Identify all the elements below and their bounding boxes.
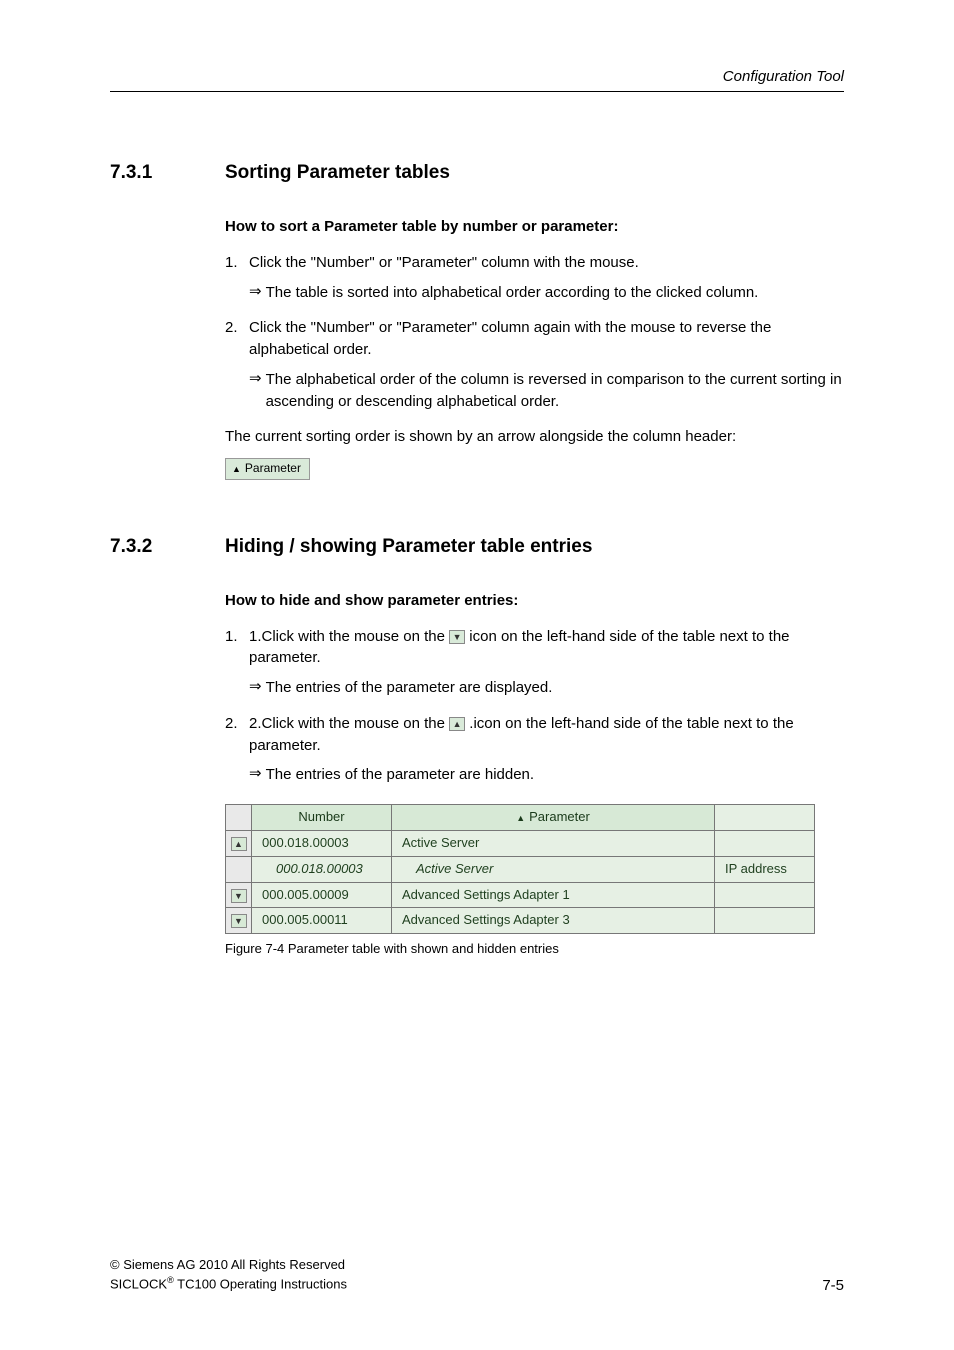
step-2: 2. Click the "Number" or "Parameter" col… <box>225 317 844 361</box>
result-text: The entries of the parameter are hidden. <box>266 764 844 786</box>
table-row: ▼ 000.005.00011 Advanced Settings Adapte… <box>226 908 815 934</box>
cell-number: 000.005.00009 <box>252 882 392 908</box>
section-number: 7.3.2 <box>110 536 225 558</box>
step-text: Click the "Number" or "Parameter" column… <box>249 252 844 274</box>
step-text-a: 1.Click with the mouse on the <box>249 628 449 645</box>
sort-asc-icon: ▲ <box>232 463 241 476</box>
table-row: ▼ 000.005.00009 Advanced Settings Adapte… <box>226 882 815 908</box>
result-arrow-icon: ⇒ <box>249 764 262 786</box>
expand-down-icon: ▼ <box>449 630 465 644</box>
section-732-heading: 7.3.2 Hiding / showing Parameter table e… <box>110 536 844 558</box>
step-text: 2.Click with the mouse on the ▲ .icon on… <box>249 713 844 757</box>
table-row: ▲ 000.018.00003 Active Server <box>226 830 815 856</box>
table-row: 000.018.00003 Active Server IP address <box>226 856 815 882</box>
cell-parameter: Advanced Settings Adapter 1 <box>392 882 715 908</box>
expand-down-icon: ▼ <box>231 914 247 928</box>
collapse-up-icon: ▲ <box>449 717 465 731</box>
step-1-result: ⇒ The table is sorted into alphabetical … <box>249 282 844 304</box>
page-number: 7-5 <box>822 1277 844 1294</box>
parameter-sort-badge: ▲ Parameter <box>225 458 310 479</box>
result-text: The entries of the parameter are display… <box>266 677 844 699</box>
sort-asc-icon: ▲ <box>516 813 525 823</box>
step-number: 1. <box>225 626 249 670</box>
step-2-result: ⇒ The alphabetical order of the column i… <box>249 369 844 413</box>
cell-value <box>715 908 815 934</box>
cell-value <box>715 882 815 908</box>
howto-heading: How to hide and show parameter entries: <box>225 590 844 612</box>
row-toggle-cell[interactable]: ▼ <box>226 908 252 934</box>
col-header-parameter[interactable]: ▲ Parameter <box>392 805 715 831</box>
step-text-a: 2.Click with the mouse on the <box>249 715 449 732</box>
step-1: 1. Click the "Number" or "Parameter" col… <box>225 252 844 274</box>
badge-label: Parameter <box>245 460 301 477</box>
cell-parameter: Active Server <box>392 830 715 856</box>
table-header-row: Number ▲ Parameter <box>226 805 815 831</box>
cell-parameter: Advanced Settings Adapter 3 <box>392 908 715 934</box>
collapse-up-icon: ▲ <box>231 837 247 851</box>
row-toggle-cell <box>226 856 252 882</box>
header-rule <box>110 91 844 92</box>
row-toggle-cell[interactable]: ▲ <box>226 830 252 856</box>
section-731-body: How to sort a Parameter table by number … <box>225 216 844 480</box>
step-text: Click the "Number" or "Parameter" column… <box>249 317 844 361</box>
howto-heading: How to sort a Parameter table by number … <box>225 216 844 238</box>
step-number: 2. <box>225 317 249 361</box>
sort-note: The current sorting order is shown by an… <box>225 426 844 448</box>
section-number: 7.3.1 <box>110 162 225 184</box>
cell-parameter: Active Server <box>392 856 715 882</box>
step-text: 1.Click with the mouse on the ▼ icon on … <box>249 626 844 670</box>
result-text: The alphabetical order of the column is … <box>266 369 844 413</box>
expand-down-icon: ▼ <box>231 889 247 903</box>
col-header-value[interactable] <box>715 805 815 831</box>
sort-badge-example: ▲ Parameter <box>225 458 844 480</box>
registered-icon: ® <box>167 1275 174 1285</box>
row-toggle-cell[interactable]: ▼ <box>226 882 252 908</box>
result-text: The table is sorted into alphabetical or… <box>266 282 844 304</box>
cell-number: 000.018.00003 <box>252 856 392 882</box>
step-1: 1. 1.Click with the mouse on the ▼ icon … <box>225 626 844 670</box>
doc-title-b: TC100 Operating Instructions <box>174 1277 347 1292</box>
figure-caption: Figure 7-4 Parameter table with shown an… <box>225 940 844 959</box>
footer-left: © Siemens AG 2010 All Rights Reserved SI… <box>110 1256 347 1294</box>
cell-value: IP address <box>715 856 815 882</box>
step-2: 2. 2.Click with the mouse on the ▲ .icon… <box>225 713 844 757</box>
cell-value <box>715 830 815 856</box>
result-arrow-icon: ⇒ <box>249 677 262 699</box>
cell-number: 000.018.00003 <box>252 830 392 856</box>
step-1-result: ⇒ The entries of the parameter are displ… <box>249 677 844 699</box>
step-number: 1. <box>225 252 249 274</box>
result-arrow-icon: ⇒ <box>249 282 262 304</box>
col-header-toggle[interactable] <box>226 805 252 831</box>
doc-title: SICLOCK® TC100 Operating Instructions <box>110 1274 347 1294</box>
parameter-table: Number ▲ Parameter ▲ 000.018.00003 Active… <box>225 804 815 934</box>
page-footer: © Siemens AG 2010 All Rights Reserved SI… <box>110 1256 844 1294</box>
section-title: Hiding / showing Parameter table entries <box>225 536 592 558</box>
doc-title-a: SICLOCK <box>110 1277 167 1292</box>
col-header-number[interactable]: Number <box>252 805 392 831</box>
section-title: Sorting Parameter tables <box>225 162 450 184</box>
cell-number: 000.005.00011 <box>252 908 392 934</box>
section-732-body: How to hide and show parameter entries: … <box>225 590 844 959</box>
step-2-result: ⇒ The entries of the parameter are hidde… <box>249 764 844 786</box>
page-header-section: Configuration Tool <box>110 68 844 85</box>
col-header-parameter-label: Parameter <box>529 809 590 824</box>
section-731-heading: 7.3.1 Sorting Parameter tables <box>110 162 844 184</box>
result-arrow-icon: ⇒ <box>249 369 262 413</box>
copyright: © Siemens AG 2010 All Rights Reserved <box>110 1256 347 1274</box>
step-number: 2. <box>225 713 249 757</box>
